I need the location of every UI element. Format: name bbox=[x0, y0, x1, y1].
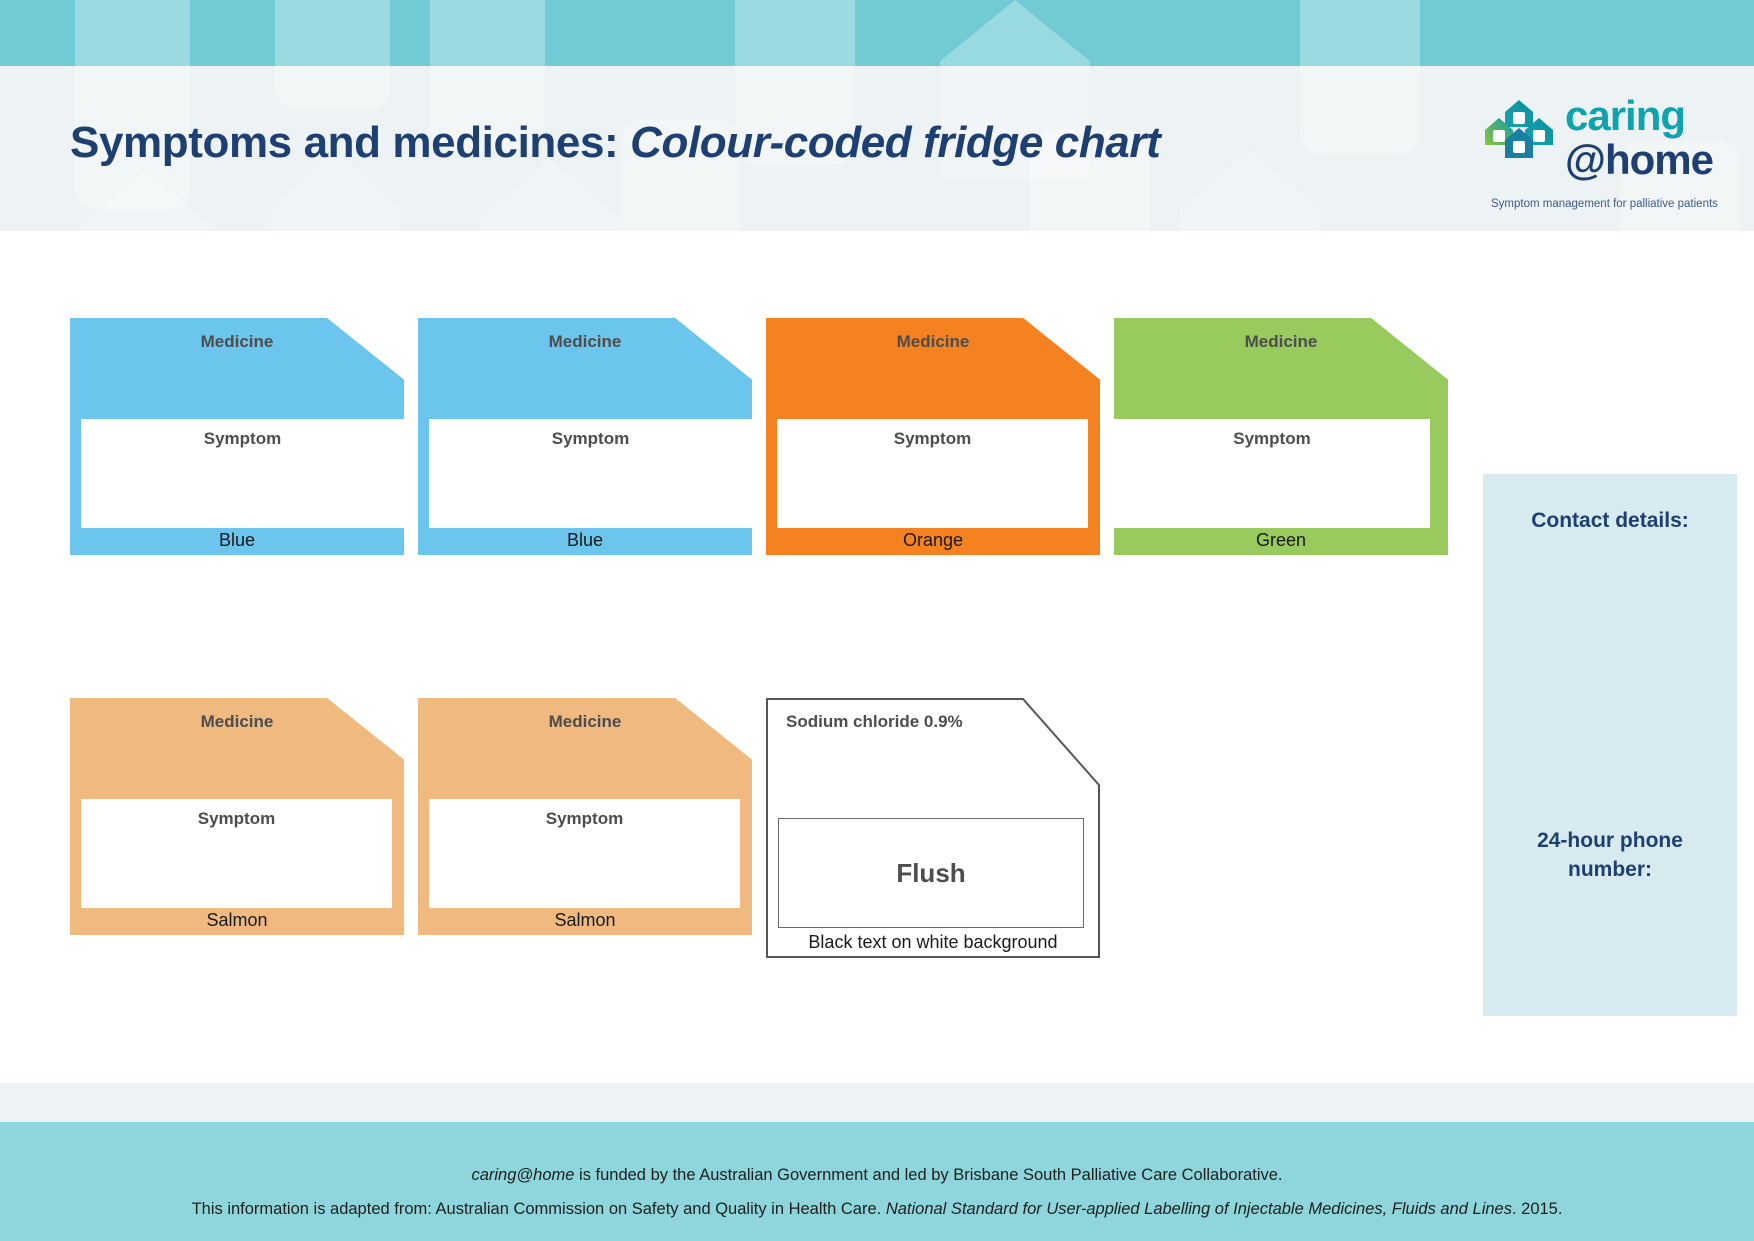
brand-logo: caring @home Symptom management for pall… bbox=[1483, 92, 1718, 219]
card-symptom-label: Symptom bbox=[1233, 429, 1311, 448]
page-title: Symptoms and medicines: Colour-coded fri… bbox=[70, 118, 1161, 168]
card-symptom-label: Symptom bbox=[203, 429, 282, 448]
logo-word-athome: @home bbox=[1565, 136, 1714, 183]
card-medicine-label: Medicine bbox=[200, 332, 274, 351]
footer-funding-line: caring@home is funded by the Australian … bbox=[0, 1166, 1754, 1185]
card-symptom-label: Symptom bbox=[545, 809, 624, 828]
footer-light-strip bbox=[0, 1083, 1754, 1122]
medicine-card-orange[interactable]: Medicine Symptom Orange bbox=[766, 318, 1100, 555]
footer-source-prefix: This information is adapted from: Austra… bbox=[191, 1200, 886, 1218]
card-medicine-label: Medicine bbox=[200, 712, 274, 731]
watermark-house-icon bbox=[1180, 150, 1320, 231]
card-symptom-label: Symptom bbox=[893, 429, 972, 448]
logo-word-caring: caring bbox=[1565, 92, 1686, 139]
phone-number-label-line2: number: bbox=[1568, 858, 1652, 881]
header-teal-band bbox=[0, 0, 1754, 66]
card-symptom-area[interactable]: Symptom bbox=[777, 419, 1088, 528]
card-colour-name: Blue bbox=[566, 530, 604, 550]
page-title-plain: Symptoms and medicines: bbox=[70, 118, 631, 167]
card-colour-name: Salmon bbox=[206, 910, 268, 930]
footer-funding-text: is funded by the Australian Government a… bbox=[574, 1166, 1283, 1184]
card-medicine-label: Medicine bbox=[1244, 332, 1318, 351]
footer-brand-italic: caring@home bbox=[471, 1166, 575, 1184]
contact-details-panel[interactable]: Contact details: 24-hour phone number: bbox=[1483, 474, 1737, 1016]
card-symptom-area[interactable]: Symptom bbox=[81, 799, 392, 908]
medicine-card-salmon-2[interactable]: Medicine Symptom Salmon bbox=[418, 698, 752, 935]
chart-body: Medicine Symptom Blue Medicine Symptom B… bbox=[0, 231, 1754, 1083]
card-colour-name: Blue bbox=[218, 530, 256, 550]
flush-inner-box[interactable]: Flush bbox=[778, 818, 1084, 928]
footer-source-line: This information is adapted from: Austra… bbox=[0, 1200, 1754, 1219]
page-header: Symptoms and medicines: Colour-coded fri… bbox=[0, 0, 1754, 231]
contact-details-heading: Contact details: bbox=[1531, 509, 1689, 532]
flush-card-title: Sodium chloride 0.9% bbox=[786, 712, 963, 731]
card-colour-name: Salmon bbox=[554, 910, 616, 930]
card-medicine-label: Medicine bbox=[548, 332, 622, 351]
card-colour-name: Green bbox=[1255, 530, 1307, 550]
card-symptom-label: Symptom bbox=[551, 429, 630, 448]
card-symptom-area[interactable]: Symptom bbox=[429, 799, 740, 908]
medicine-card-blue-1[interactable]: Medicine Symptom Blue bbox=[70, 318, 404, 555]
card-symptom-area[interactable]: Symptom bbox=[1114, 419, 1430, 528]
watermark-rounded-rect bbox=[75, 0, 190, 210]
watermark-rounded-rect bbox=[1300, 0, 1420, 155]
medicine-card-blue-2[interactable]: Medicine Symptom Blue bbox=[418, 318, 752, 555]
flush-word-label: Flush bbox=[896, 857, 966, 888]
logo-wordmark: caring @home bbox=[1565, 92, 1714, 183]
logo-tagline: Symptom management for palliative patien… bbox=[1491, 198, 1718, 210]
watermark-house-icon bbox=[480, 160, 620, 231]
page-footer: caring@home is funded by the Australian … bbox=[0, 1122, 1754, 1241]
medicine-card-salmon-1[interactable]: Medicine Symptom Salmon bbox=[70, 698, 404, 935]
flush-card[interactable]: Sodium chloride 0.9% Flush Black text on… bbox=[766, 698, 1100, 958]
caring-at-home-logo-mark-icon bbox=[1483, 98, 1555, 170]
phone-number-label-line1: 24-hour phone bbox=[1537, 829, 1683, 852]
card-medicine-label: Medicine bbox=[548, 712, 622, 731]
medicine-card-green[interactable]: Medicine Symptom Green bbox=[1114, 318, 1448, 555]
footer-source-suffix: . 2015. bbox=[1511, 1200, 1563, 1218]
page-title-emphasis: Colour-coded fridge chart bbox=[630, 118, 1161, 167]
card-symptom-label: Symptom bbox=[197, 809, 276, 828]
flush-card-caption: Black text on white background bbox=[808, 932, 1058, 952]
watermark-rounded-rect bbox=[275, 0, 390, 110]
card-colour-name: Orange bbox=[902, 530, 964, 550]
card-symptom-area[interactable]: Symptom bbox=[81, 419, 404, 528]
card-symptom-area[interactable]: Symptom bbox=[429, 419, 752, 528]
footer-source-title-italic: National Standard for User-applied Label… bbox=[885, 1200, 1512, 1218]
card-medicine-label: Medicine bbox=[896, 332, 970, 351]
